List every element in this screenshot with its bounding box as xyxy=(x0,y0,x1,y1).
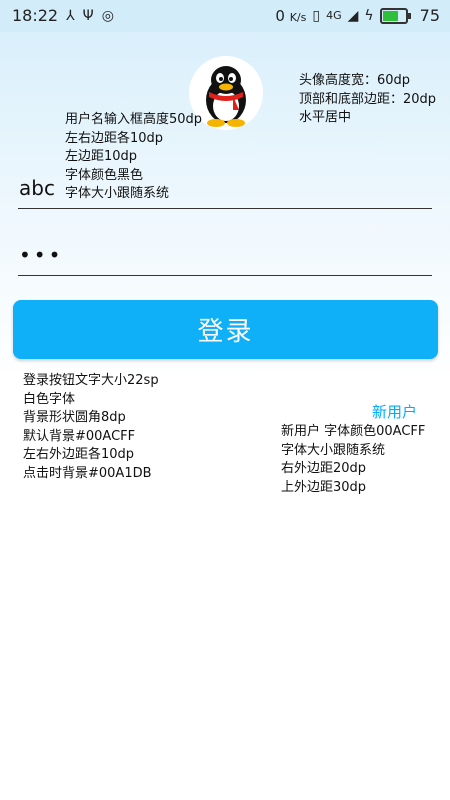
login-note-line: 点击时背景#00A1DB xyxy=(23,465,152,481)
new-user-link[interactable]: 新用户 xyxy=(372,401,417,422)
charging-icon: ϟ xyxy=(364,7,374,24)
share-icon: ⅄ xyxy=(66,7,75,24)
usb-icon: Ψ xyxy=(82,7,94,24)
new-user-note-line: 新用户 字体颜色00ACFF xyxy=(281,424,426,439)
username-notes: 用户名输入框高度50dp 左右边距各10dp 左边距10dp 字体颜色黑色 字体… xyxy=(65,111,202,204)
battery-icon xyxy=(379,7,411,24)
status-time: 18:22 xyxy=(12,6,59,25)
net-speed-value: 0 xyxy=(275,6,285,25)
vibrate-icon: ▯ xyxy=(312,7,321,24)
password-underline xyxy=(18,275,432,276)
status-right-group: 0 K/s ▯ 4G ◢ ϟ 75 xyxy=(275,6,440,25)
login-note-line: 登录按钮文字大小22sp xyxy=(23,373,159,388)
new-user-note-line: 上外边距30dp xyxy=(281,479,367,495)
new-user-note-line: 字体大小跟随系统 xyxy=(281,442,386,458)
new-user-notes: 新用户 字体颜色00ACFF 字体大小跟随系统 右外边距20dp 上外边距30d… xyxy=(281,423,425,497)
username-input-value[interactable]: abc xyxy=(19,176,55,200)
username-note-line: 字体大小跟随系统 xyxy=(65,186,170,201)
new-user-note-line: 右外边距20dp xyxy=(281,461,367,476)
net-speed: 0 K/s xyxy=(275,7,306,25)
avatar-note-line: 水平居中 xyxy=(299,110,352,125)
avatar-note-line: 头像高度宽：60dp xyxy=(299,73,411,88)
signal-icon: ◢ xyxy=(347,7,359,24)
wifi-hotspot-icon: ◎ xyxy=(101,7,114,24)
signal-label: 4G xyxy=(326,9,342,22)
status-bar: 18:22 ⅄ Ψ ◎ 0 K/s ▯ 4G ◢ ϟ 75 xyxy=(0,0,450,32)
login-note-line: 白色字体 xyxy=(23,391,76,407)
login-button[interactable]: 登录 xyxy=(13,300,438,359)
username-note-line: 左右边距各10dp xyxy=(65,130,164,146)
password-input-value[interactable]: ••• xyxy=(19,243,63,267)
username-note-line: 字体颜色黑色 xyxy=(65,167,144,183)
battery-fill xyxy=(382,10,398,21)
net-speed-unit: K/s xyxy=(289,10,307,24)
login-note-line: 左右外边距各10dp xyxy=(23,447,135,462)
login-notes: 登录按钮文字大小22sp 白色字体 背景形状圆角8dp 默认背景#00ACFF … xyxy=(23,372,159,483)
login-note-line: 默认背景#00ACFF xyxy=(23,428,136,444)
status-left-group: 18:22 ⅄ Ψ ◎ xyxy=(12,6,114,25)
username-underline xyxy=(18,208,432,209)
avatar-notes: 头像高度宽：60dp 顶部和底部边距：20dp 水平居中 xyxy=(299,72,436,128)
username-note-line: 用户名输入框高度50dp xyxy=(65,112,203,127)
login-note-line: 背景形状圆角8dp xyxy=(23,410,126,425)
username-note-line: 左边距10dp xyxy=(65,149,138,164)
avatar-note-line: 顶部和底部边距：20dp xyxy=(299,91,437,107)
battery-percent: 75 xyxy=(419,6,440,25)
